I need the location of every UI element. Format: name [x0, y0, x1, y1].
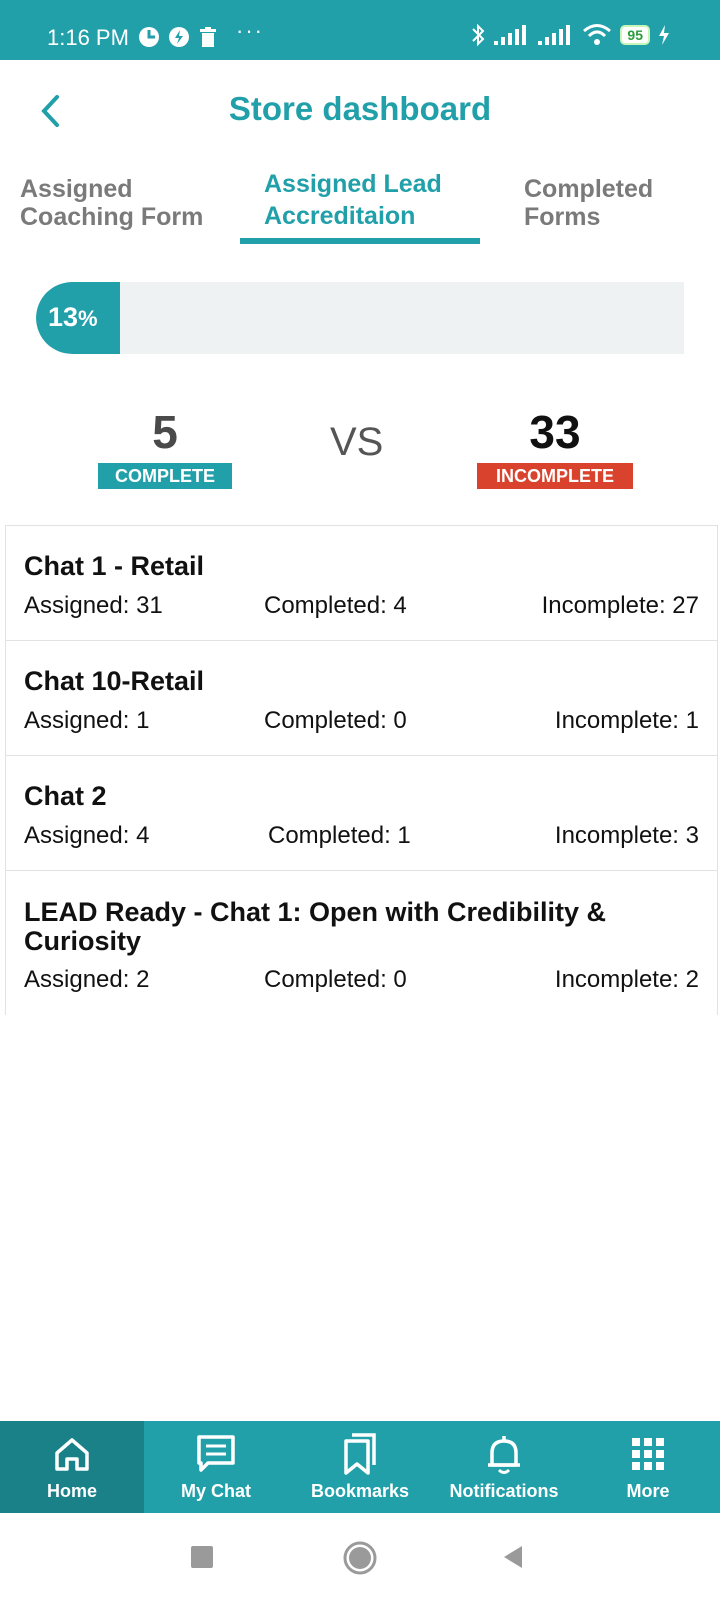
status-left-icons: ··· [138, 18, 264, 48]
item-completed: Completed: 0 [264, 966, 407, 993]
item-incomplete: Incomplete: 1 [554, 707, 699, 734]
item-title: Chat 1 - Retail [24, 551, 205, 581]
incomplete-badge: INCOMPLETE [477, 463, 633, 489]
nav-label: More [626, 1481, 670, 1501]
nav-bookmarks[interactable]: Bookmarks [288, 1421, 432, 1513]
nav-label: Notifications [449, 1481, 559, 1501]
item-assigned: Assigned: 4 [24, 822, 150, 849]
page-title: Store dashboard [228, 90, 492, 127]
form-list: Chat 1 - Retail Assigned: 31 Completed: … [5, 525, 718, 1015]
bottom-navigation: Home My Chat Bookmarks Notifications Mor… [0, 1421, 720, 1513]
vs-label: VS [330, 420, 384, 464]
item-title: Chat 2 [24, 781, 107, 811]
tab-assigned-lead-accreditation[interactable]: Assigned Lead Accreditaion [264, 170, 442, 230]
item-incomplete: Incomplete: 27 [541, 592, 699, 619]
home-circle-icon[interactable] [342, 1540, 378, 1576]
signal-icon-2 [538, 25, 571, 45]
item-completed: Completed: 1 [268, 822, 411, 849]
completion-progress-bar: 13% [36, 282, 684, 354]
charging-icon [659, 25, 669, 45]
wifi-icon [583, 24, 612, 45]
tab-assigned-coaching-form[interactable]: Assigned Coaching Form [20, 175, 203, 231]
status-time: 1:16 PM [47, 25, 129, 50]
item-assigned: Assigned: 31 [24, 592, 163, 619]
nav-notifications[interactable]: Notifications [432, 1421, 576, 1513]
status-right-icons: 95 [470, 22, 670, 48]
lightning-app-icon [169, 27, 189, 47]
trash-icon [200, 27, 216, 47]
nav-my-chat[interactable]: My Chat [144, 1421, 288, 1513]
item-title: LEAD Ready - Chat 1: Open with Credibili… [24, 898, 606, 956]
app-notification-icon [139, 27, 159, 47]
item-assigned: Assigned: 1 [24, 707, 150, 734]
home-icon [55, 1438, 89, 1471]
active-tab-indicator [240, 238, 480, 244]
tab-label-line2: Forms [524, 203, 601, 231]
signal-icon [494, 25, 527, 45]
system-navigation-bar [0, 1513, 720, 1600]
item-completed: Completed: 4 [264, 592, 407, 619]
tab-completed-forms[interactable]: Completed Forms [524, 175, 653, 231]
list-item[interactable]: Chat 1 - Retail Assigned: 31 Completed: … [5, 525, 718, 640]
tab-bar: Assigned Coaching Form Assigned Lead Acc… [0, 165, 720, 245]
item-title-line2: Curiosity [24, 926, 142, 956]
progress-percent-suffix: % [78, 306, 98, 331]
item-incomplete: Incomplete: 2 [554, 966, 699, 993]
header: Store dashboard [0, 60, 720, 160]
tab-label-line2: Coaching Form [20, 203, 204, 231]
nav-more[interactable]: More [576, 1421, 720, 1513]
list-item[interactable]: LEAD Ready - Chat 1: Open with Credibili… [5, 870, 718, 1015]
tab-label-line1: Assigned Lead [264, 170, 442, 198]
item-incomplete: Incomplete: 3 [554, 822, 699, 849]
back-triangle-icon[interactable] [500, 1544, 526, 1570]
more-notifications-dots: ··· [236, 18, 264, 43]
tab-label-line2: Accreditaion [264, 202, 416, 230]
status-bar: 1:16 PM ··· 95 [0, 0, 720, 60]
bell-icon [488, 1436, 520, 1474]
chat-icon [197, 1435, 235, 1472]
nav-label: My Chat [180, 1481, 251, 1501]
bluetooth-icon [472, 23, 485, 47]
nav-home[interactable]: Home [0, 1421, 144, 1513]
item-title: Chat 10-Retail [24, 666, 205, 696]
completion-summary: 5 COMPLETE VS 33 INCOMPLETE [0, 395, 720, 495]
complete-count: 5 [152, 406, 178, 458]
tab-label-line1: Completed [524, 175, 654, 203]
nav-label: Bookmarks [310, 1481, 410, 1501]
item-title-line1: LEAD Ready - Chat 1: Open with Credibili… [24, 897, 607, 927]
list-item[interactable]: Chat 10-Retail Assigned: 1 Completed: 0 … [5, 640, 718, 755]
list-item[interactable]: Chat 2 Assigned: 4 Completed: 1 Incomple… [5, 755, 718, 870]
battery-indicator: 95 [620, 25, 650, 45]
progress-percent-value: 13 [48, 302, 79, 332]
complete-badge: COMPLETE [98, 463, 232, 489]
item-assigned: Assigned: 2 [24, 966, 150, 993]
progress-label: 13% [48, 302, 98, 333]
grid-icon [632, 1438, 664, 1470]
item-completed: Completed: 0 [264, 707, 407, 734]
bookmarks-icon [344, 1433, 376, 1475]
tab-label-line1: Assigned [20, 175, 133, 203]
nav-label: Home [46, 1481, 97, 1501]
recents-square-icon[interactable] [190, 1545, 214, 1569]
incomplete-count: 33 [529, 406, 581, 458]
